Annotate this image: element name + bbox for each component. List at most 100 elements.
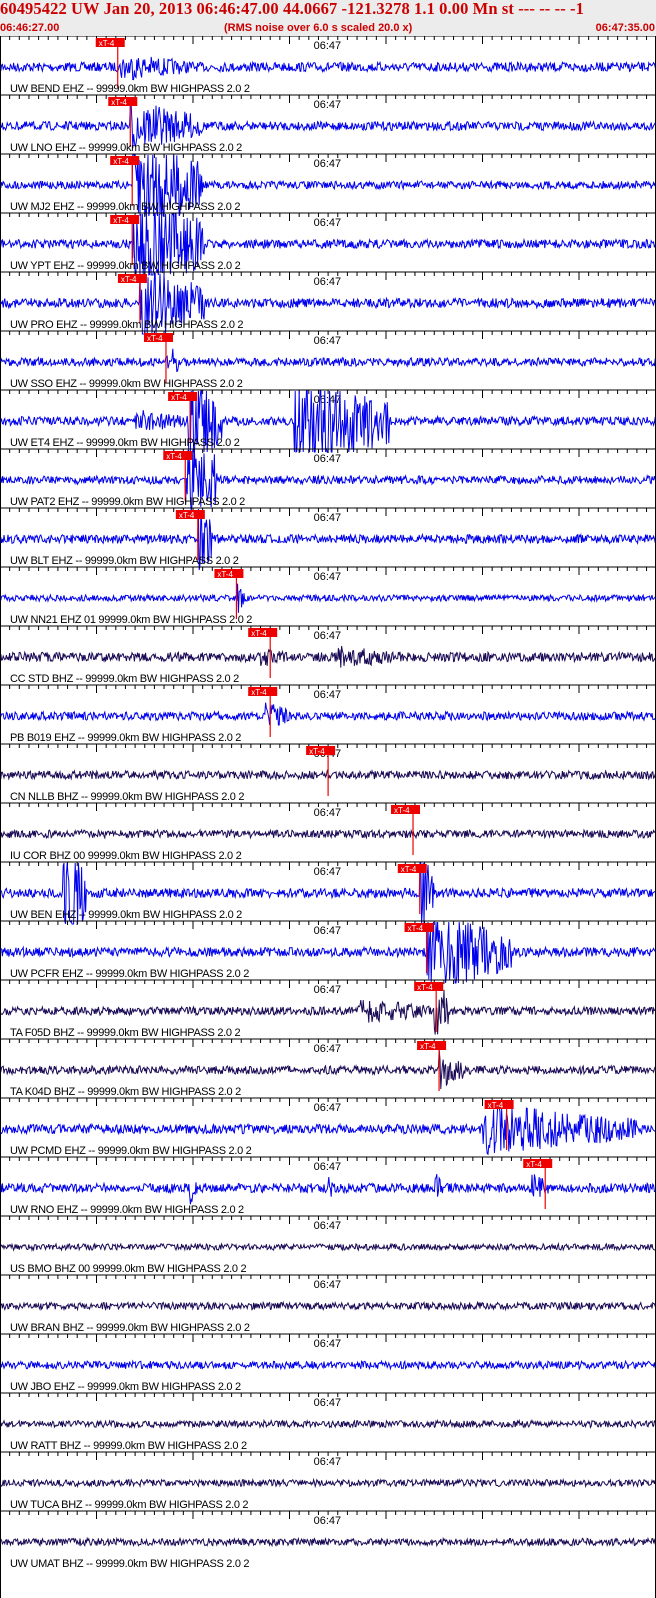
pick-label: xT-4 [147,334,163,343]
station-label: IU COR BHZ 00 99999.0km BW HIGHPASS 2.0 … [10,850,242,862]
trace-panel: 06:47xT-4CN NLLB BHZ -- 99999.0km BW HIG… [0,743,656,803]
minute-tick-label: 06:47 [314,1102,342,1114]
waveform-trace [0,702,656,726]
minute-tick-label: 06:47 [314,335,342,347]
pick-label: xT-4 [251,629,267,638]
trace-panel: 06:47 xT-4 UW PAT2 EHZ -- 99999.0km BW HIG… [0,448,656,512]
trace-panel: 06:47xT-4UW ET4 EHZ -- 99999.0km BW HIGH… [0,389,656,454]
minute-tick-label: 06:47 [314,630,342,642]
start-time-label: 06:46:27.00 [0,22,60,34]
station-label: UW SSO EHZ -- 99999.0km BW HIGHPASS 2.0 … [10,378,243,390]
station-label: UW PCMD EHZ -- 99999.0km BW HIGHPASS 2.0… [10,1145,252,1157]
pick-label: xT-4 [394,806,410,815]
minute-tick-label: 06:47 [314,689,342,701]
minute-tick-label: 06:47 [314,1338,342,1350]
station-label: US BMO BHZ 00 99999.0km BW HIGHPASS 2.0 … [10,1263,246,1275]
station-label: UW PRO EHZ -- 99999.0km BW HIGHPASS 2.0 … [10,319,243,331]
pick-label: xT-4 [121,275,137,284]
trace-panel: 06:47 xT-4 UW PRO EHZ -- 99999.0km BW HIGH… [0,271,656,335]
station-label: UW RATT BHZ -- 99999.0km BW HIGHPASS 2.0… [10,1440,247,1452]
minute-tick-label: 06:47 [314,925,342,937]
pick-label: xT-4 [171,393,187,402]
trace-panel: 06:47 xT-4 TA F05D BHZ -- 99999.0km BW HIG… [0,979,656,1039]
minute-tick-label: 06:47 [314,984,342,996]
trace-panel: 06:47 xT-4 TA K04D BHZ -- 99999.0km BW HIG… [0,1038,656,1098]
station-label: UW MJ2 EHZ -- 99999.0km BW HIGHPASS 2.0 … [10,201,240,213]
minute-tick-label: 06:47 [314,512,342,524]
trace-panel: 06:47 xT-4 UW PCFR EHZ -- 99999.0km BW HIG… [0,920,656,984]
minute-tick-label: 06:47 [314,217,342,229]
minute-tick-label: 06:47 [314,571,342,583]
trace-panel: 06:47 UW UMAT BHZ -- 99999.0km BW HIGHPAS… [0,1510,656,1570]
station-label: TA F05D BHZ -- 99999.0km BW HIGHPASS 2.0… [10,1027,240,1039]
trace-panel: 06:47 UW JBO EHZ -- 99999.0km BW HIGHPASS… [0,1333,656,1393]
minute-tick-label: 06:47 [314,866,342,878]
rms-noise-note: (RMS noise over 6.0 s scaled 20.0 x) [224,22,413,34]
minute-tick-label: 06:47 [314,99,342,111]
trace-panel: 06:47 xT-4 UW SSO EHZ -- 99999.0km BW HIGH… [0,330,656,390]
pick-label: xT-4 [111,98,127,107]
minute-tick-label: 06:47 [314,1515,342,1527]
minute-tick-label: 06:47 [314,1161,342,1173]
trace-panel: 06:47 xT-4 PB B019 EHZ -- 99999.0km BW HIG… [0,684,656,744]
pick-label: xT-4 [166,452,182,461]
trace-panel: 06:47 xT-4 UW PCMD EHZ -- 99999.0km BW HIG… [0,1097,656,1157]
waveform-trace [0,348,656,373]
station-label: UW BEN EHZ -- 99999.0km BW HIGHPASS 2.0 … [10,909,242,921]
trace-panel: 06:47 xT-4 UW BEN EHZ -- 99999.0km BW HIGH… [0,861,656,925]
waveform-trace [0,56,656,81]
pick-label: xT-4 [113,157,129,166]
station-label: CC STD BHZ -- 99999.0km BW HIGHPASS 2.0 … [10,673,239,685]
trace-panel: 06:47 xT-4 UW NN21 EHZ 01 99999.0km BW HIG… [0,566,656,626]
pick-label: xT-4 [251,688,267,697]
minute-tick-label: 06:47 [314,1397,342,1409]
trace-panel: 06:47 xT-4 UW BLT EHZ -- 99999.0km BW HIGH… [0,507,656,571]
header-bar: 60495422 UW Jan 20, 2013 06:46:47.00 44.… [0,0,656,36]
seismogram-plot: 06:47 xT-4 UW BEND EHZ -- 99999.0km BW HIG… [0,36,656,1598]
event-title: 60495422 UW Jan 20, 2013 06:46:47.00 44.… [0,0,584,18]
station-label: UW ET4 EHZ -- 99999.0km BW HIGHPASS 2.0 … [10,437,240,449]
station-label: UW TUCA BHZ -- 99999.0km BW HIGHPASS 2.0… [10,1499,248,1511]
trace-panel: 06:47 xT-4 IU COR BHZ 00 99999.0km BW HIGH… [0,802,656,862]
minute-tick-label: 06:47 [314,453,342,465]
station-label: UW JBO EHZ -- 99999.0km BW HIGHPASS 2.0 … [10,1381,241,1393]
trace-panel: 06:47 xT-4 UW MJ2 EHZ -- 99999.0km BW HIGH… [0,153,656,217]
trace-panel: 06:47 UW RATT BHZ -- 99999.0km BW HIGHPAS… [0,1392,656,1452]
station-label: TA K04D BHZ -- 99999.0km BW HIGHPASS 2.0… [10,1086,241,1098]
station-label: UW PAT2 EHZ -- 99999.0km BW HIGHPASS 2.0… [10,496,245,508]
trace-panel: 06:47 UW TUCA BHZ -- 99999.0km BW HIGHPAS… [0,1451,656,1511]
waveform-trace [0,1359,656,1371]
pick-label: xT-4 [420,1042,436,1051]
waveform-trace [0,1173,656,1205]
waveform-trace [0,828,656,840]
pick-label: xT-4 [309,747,325,756]
trace-panel: 06:47 xT-4 CC STD BHZ -- 99999.0km BW HIGH… [0,625,656,685]
trace-panel: 06:47 xT-4 UW RNO EHZ -- 99999.0km BW HIGH… [0,1156,656,1216]
station-label: UW BEND EHZ -- 99999.0km BW HIGHPASS 2.0… [10,83,250,95]
trace-panel: 06:47 xT-4 UW YPT EHZ -- 99999.0km BW HIGH… [0,212,656,276]
minute-tick-label: 06:47 [314,40,342,52]
waveform-trace [0,1242,656,1252]
pick-label: xT-4 [488,1101,504,1110]
pick-label: xT-4 [401,865,417,874]
pick-label: xT-4 [179,511,195,520]
station-label: PB B019 EHZ -- 99999.0km BW HIGHPASS 2.0… [10,732,241,744]
station-label: UW BRAN BHZ -- 99999.0km BW HIGHPASS 2.0… [10,1322,250,1334]
pick-label: xT-4 [417,983,433,992]
waveform-trace [0,1418,656,1430]
waveform-trace [0,645,656,668]
minute-tick-label: 06:47 [314,276,342,288]
minute-tick-label: 06:47 [314,1043,342,1055]
waveform-trace [0,583,656,613]
pick-label: xT-4 [408,924,424,933]
trace-panel: 06:47 US BMO BHZ 00 99999.0km BW HIGHPASS… [0,1215,656,1275]
minute-tick-label: 06:47 [314,1456,342,1468]
station-label: UW PCFR EHZ -- 99999.0km BW HIGHPASS 2.0… [10,968,249,980]
pick-label: xT-4 [526,1160,542,1169]
waveform-trace [0,1049,656,1090]
minute-tick-label: 06:47 [314,1279,342,1291]
trace-panel: 06:47 xT-4 UW LNO EHZ -- 99999.0km BW HIGH… [0,94,656,154]
end-time-label: 06:47:35.00 [595,22,655,34]
pick-label: xT-4 [217,570,233,579]
minute-tick-label: 06:47 [314,1220,342,1232]
